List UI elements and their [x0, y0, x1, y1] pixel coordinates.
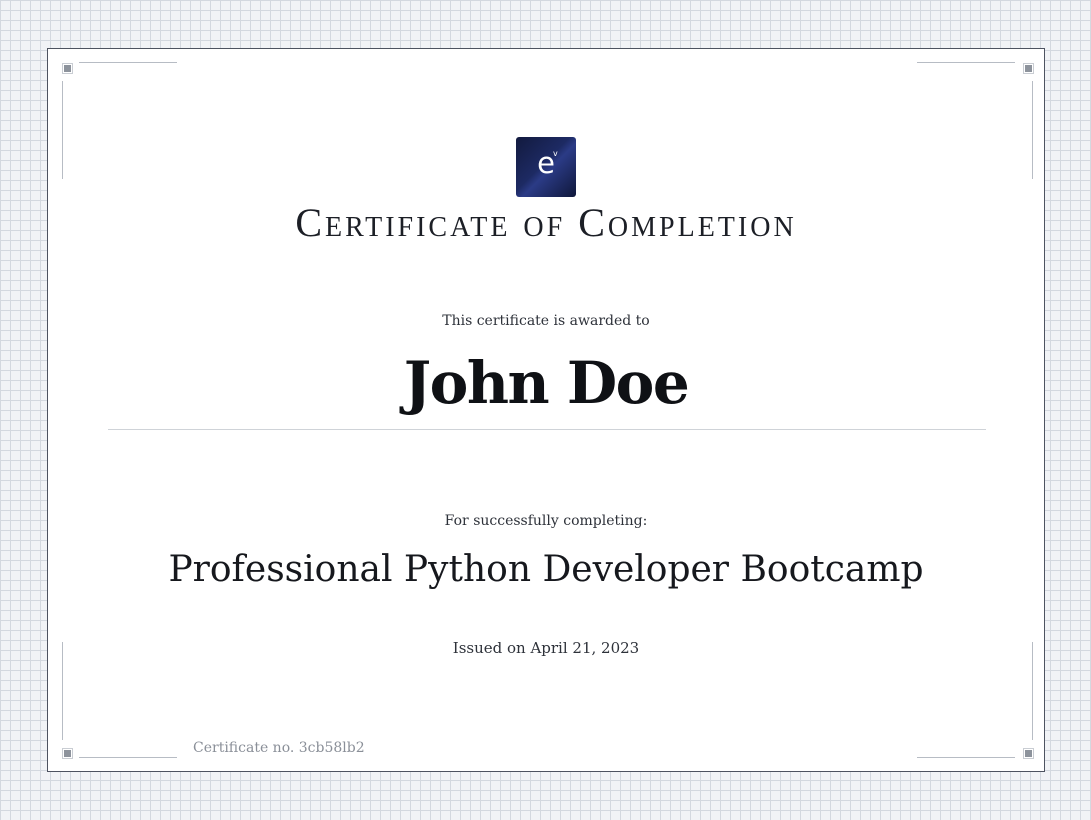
corner-line — [79, 757, 177, 758]
corner-ornament-top-left — [62, 63, 73, 74]
corner-line — [917, 757, 1015, 758]
brand-logo: e v — [516, 137, 576, 197]
corner-line — [79, 62, 177, 63]
corner-line — [917, 62, 1015, 63]
recipient-name: John Doe — [403, 349, 690, 417]
corner-line — [62, 81, 63, 179]
corner-ornament-bottom-right — [1023, 748, 1034, 759]
certificate-card: e v Certificate of Completion This certi… — [47, 48, 1045, 772]
certificate-title: Certificate of Completion — [295, 200, 797, 245]
logo-superscript: v — [553, 149, 558, 158]
logo-letter: e — [537, 146, 555, 180]
corner-ornament-top-right — [1023, 63, 1034, 74]
course-name: Professional Python Developer Bootcamp — [168, 549, 924, 590]
awarded-label: This certificate is awarded to — [442, 313, 650, 329]
divider — [108, 429, 986, 430]
issued-date: Issued on April 21, 2023 — [452, 639, 640, 657]
completion-label: For successfully completing: — [444, 513, 648, 529]
corner-line — [1032, 81, 1033, 179]
certificate-number: Certificate no. 3cb58lb2 — [193, 740, 365, 756]
corner-ornament-bottom-left — [62, 748, 73, 759]
